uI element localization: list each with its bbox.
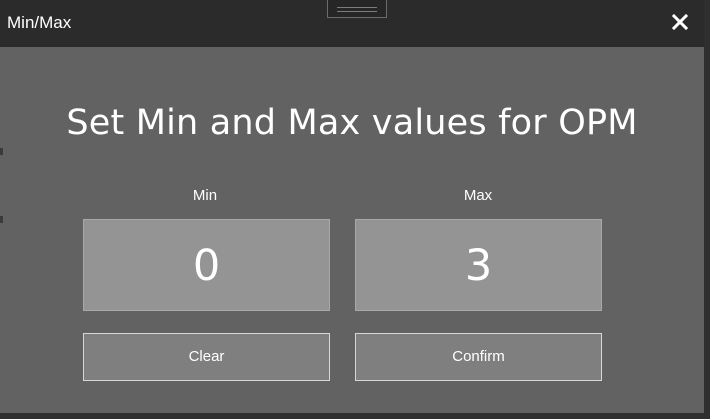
clear-button[interactable]: Clear: [83, 333, 330, 381]
screen: Min/Max Set Min and Max values for OPM M…: [0, 0, 710, 419]
dialog-titlebar[interactable]: Min/Max: [0, 0, 704, 47]
dialog-heading: Set Min and Max values for OPM: [66, 103, 638, 143]
min-value-field[interactable]: 0: [83, 219, 330, 311]
min-max-dialog: Min/Max Set Min and Max values for OPM M…: [0, 0, 710, 419]
left-edge-marker: [0, 148, 3, 155]
confirm-button[interactable]: Confirm: [355, 333, 602, 381]
max-value-field[interactable]: 3: [355, 219, 602, 311]
left-edge-marker: [0, 216, 3, 223]
min-label: Min: [192, 187, 218, 204]
drag-handle-icon[interactable]: [327, 0, 387, 18]
window-title: Min/Max: [7, 13, 72, 32]
close-icon[interactable]: [670, 12, 690, 32]
max-label: Max: [463, 187, 493, 204]
